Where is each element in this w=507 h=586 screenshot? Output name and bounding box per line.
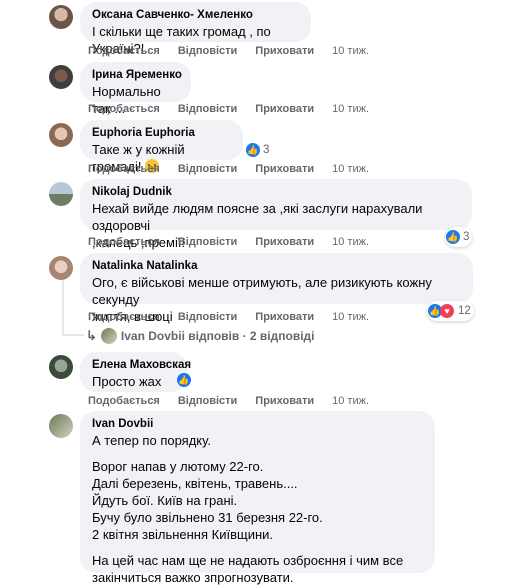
like-button[interactable]: Подобається (88, 236, 160, 248)
comment-paragraph: А тепер по порядку. (92, 433, 211, 448)
reply-button[interactable]: Відповісти (178, 163, 237, 175)
reply-button[interactable]: Відповісти (178, 236, 237, 248)
comment-bubble: Оксана Савченко- Хмеленко І скільки ще т… (80, 2, 311, 56)
like-button[interactable]: Подобається (88, 45, 160, 57)
reply-button[interactable]: Відповісти (178, 45, 237, 57)
reply-button[interactable]: Відповісти (178, 311, 237, 323)
comment-author[interactable]: Ірина Яременко (92, 68, 182, 83)
comment-author[interactable]: Ivan Dovbii (92, 417, 423, 432)
comment-bubble: Елена Маховская Просто жах (80, 352, 191, 392)
hide-button[interactable]: Приховати (255, 236, 314, 248)
reply-button[interactable]: Відповісти (178, 103, 237, 115)
comment-time[interactable]: 10 тиж. (332, 103, 369, 115)
avatar[interactable] (49, 123, 73, 147)
comment-actions: Подобається Відповісти Приховати 10 тиж. (88, 395, 387, 407)
hide-button[interactable]: Приховати (255, 395, 314, 407)
view-replies-link[interactable]: ↳ Ivan Dovbii відповів · 2 відповіді (86, 328, 315, 344)
thread-line (62, 278, 64, 336)
like-button[interactable]: Подобається (88, 395, 160, 407)
comment-actions: Подобається Відповісти Приховати 10 тиж. (88, 236, 387, 248)
like-reaction-icon: 👍 (246, 143, 260, 157)
comment-time[interactable]: 10 тиж. (332, 395, 369, 407)
comment-bubble: Ірина Яременко Нормально так ... (80, 62, 191, 116)
like-button[interactable]: Подобається (88, 311, 160, 323)
comment-text: Просто жах (92, 374, 162, 389)
heart-reaction-icon: ♥ (440, 304, 454, 318)
reaction-count[interactable]: 👍 ♥ 12 (427, 301, 474, 321)
like-button[interactable]: Подобається (88, 163, 160, 175)
comment-author[interactable]: Елена Маховская (92, 358, 191, 373)
avatar[interactable] (49, 256, 73, 280)
avatar[interactable] (49, 414, 73, 438)
reaction-count[interactable]: 👍 3 (246, 141, 269, 159)
comment-bubble: Euphoria Euphoria Таке ж у кожній громад… (80, 120, 243, 174)
comment-bubble: Ivan Dovbii А тепер по порядку. Ворог на… (80, 411, 435, 585)
avatar[interactable] (49, 5, 73, 29)
hide-button[interactable]: Приховати (255, 45, 314, 57)
comment-actions: Подобається Відповісти Приховати 10 тиж. (88, 45, 387, 57)
comment-actions: Подобається Відповісти Приховати 10 тиж. (88, 311, 387, 323)
replier-avatar (100, 328, 117, 344)
comment-time[interactable]: 10 тиж. (332, 236, 369, 248)
comment-author[interactable]: Natalinka Natalinka (92, 259, 461, 274)
hide-button[interactable]: Приховати (255, 103, 314, 115)
comment-paragraph: Ворог напав у лютому 22-го. Далі березен… (92, 459, 323, 542)
hide-button[interactable]: Приховати (255, 311, 314, 323)
like-reaction-icon: 👍 (446, 230, 460, 244)
avatar[interactable] (49, 65, 73, 89)
like-button[interactable]: Подобається (88, 103, 160, 115)
comment-paragraph: На цей час нам ще не надають озброєння і… (92, 553, 404, 585)
reply-connector (62, 334, 84, 336)
comment-author[interactable]: Nikolaj Dudnik (92, 185, 460, 200)
comment-bubble: Natalinka Natalinka Ого, є військові мен… (80, 253, 473, 324)
comment-actions: Подобається Відповісти Приховати 10 тиж. (88, 103, 387, 115)
comment-author[interactable]: Оксана Савченко- Хмеленко (92, 8, 299, 23)
comment-actions: Подобається Відповісти Приховати 10 тиж. (88, 163, 387, 175)
reply-arrow-icon: ↳ (86, 328, 97, 343)
like-reaction-icon: 👍 (177, 373, 191, 387)
reaction-count[interactable]: 👍 (177, 371, 191, 389)
avatar[interactable] (49, 182, 73, 206)
comment-time[interactable]: 10 тиж. (332, 163, 369, 175)
comment-bubble: Nikolaj Dudnik Нехай вийде людям поясне … (80, 179, 472, 250)
comment-time[interactable]: 10 тиж. (332, 45, 369, 57)
comment-author[interactable]: Euphoria Euphoria (92, 126, 231, 141)
reaction-count[interactable]: 👍 3 (445, 227, 473, 247)
reply-button[interactable]: Відповісти (178, 395, 237, 407)
avatar[interactable] (49, 355, 73, 379)
comment-time[interactable]: 10 тиж. (332, 311, 369, 323)
hide-button[interactable]: Приховати (255, 163, 314, 175)
